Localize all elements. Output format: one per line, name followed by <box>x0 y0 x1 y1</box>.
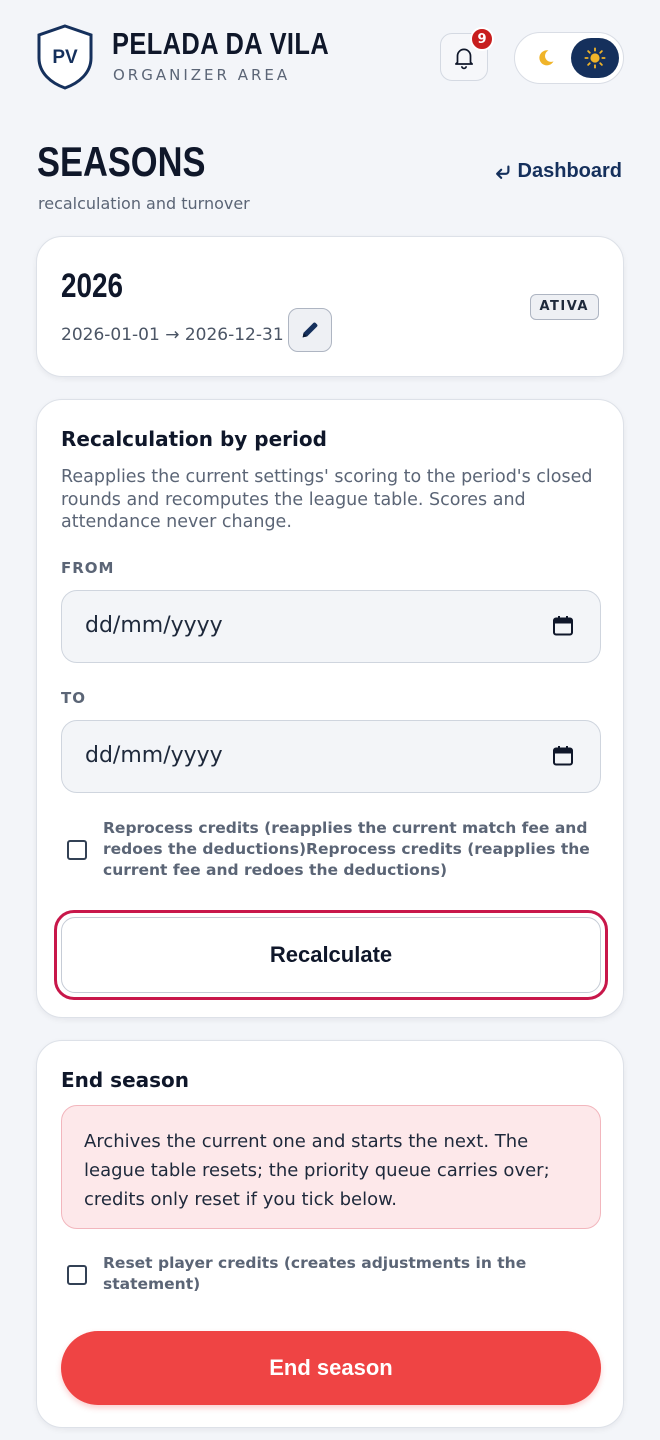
reset-credits-label[interactable]: Reset player credits (creates adjustment… <box>103 1253 583 1295</box>
app-subtitle: ORGANIZER AREA <box>113 66 291 84</box>
to-date-value: dd/mm/yyyy <box>85 743 223 768</box>
to-label: TO <box>61 689 86 707</box>
recalculation-heading: Recalculation by period <box>61 427 327 451</box>
reset-credits-checkbox[interactable] <box>67 1265 87 1285</box>
return-arrow-icon <box>495 165 510 179</box>
from-date-value: dd/mm/yyyy <box>85 613 223 638</box>
logo-text: PV <box>52 47 78 68</box>
end-season-warning-text: Archives the current one and starts the … <box>84 1131 550 1210</box>
reprocess-credits-checkbox[interactable] <box>67 840 87 860</box>
to-date-input[interactable]: dd/mm/yyyy <box>61 720 601 793</box>
calendar-icon[interactable] <box>552 745 574 767</box>
sun-icon <box>584 47 606 69</box>
recalculation-card: Recalculation by period Reapplies the cu… <box>36 399 624 1018</box>
recalculate-button[interactable]: Recalculate <box>61 917 601 993</box>
edit-season-button[interactable] <box>288 308 332 352</box>
app-header: PV PELADA DA VILA ORGANIZER AREA 9 <box>0 0 660 120</box>
pencil-icon <box>302 322 318 338</box>
logo-shield[interactable]: PV <box>36 24 94 90</box>
reprocess-credits-label[interactable]: Reprocess credits (reapplies the current… <box>103 818 603 881</box>
end-season-warning: Archives the current one and starts the … <box>61 1105 601 1229</box>
season-date-range: 2026-01-01 → 2026-12-31 <box>61 325 284 345</box>
recalculation-description: Reapplies the current settings' scoring … <box>61 467 593 532</box>
season-status-badge: ATIVA <box>529 294 599 320</box>
from-date-input[interactable]: dd/mm/yyyy <box>61 590 601 663</box>
app-title: PELADA DA VILA <box>112 26 330 61</box>
notification-count-badge: 9 <box>470 27 494 51</box>
moon-icon <box>533 45 559 71</box>
calendar-icon[interactable] <box>552 615 574 637</box>
dashboard-link[interactable]: Dashboard <box>494 160 622 183</box>
page-title: SEASONS <box>37 138 206 185</box>
end-season-card: End season Archives the current one and … <box>36 1040 624 1428</box>
page-subtitle: recalculation and turnover <box>38 194 250 213</box>
theme-toggle-knob[interactable] <box>571 38 619 78</box>
dashboard-link-label: Dashboard <box>517 160 622 182</box>
end-season-heading: End season <box>61 1068 190 1092</box>
theme-toggle[interactable] <box>514 32 624 84</box>
from-label: FROM <box>61 559 115 577</box>
end-season-button[interactable]: End season <box>61 1331 601 1405</box>
season-year: 2026 <box>61 267 124 305</box>
season-card: 2026 2026-01-01 → 2026-12-31 ATIVA <box>36 236 624 377</box>
